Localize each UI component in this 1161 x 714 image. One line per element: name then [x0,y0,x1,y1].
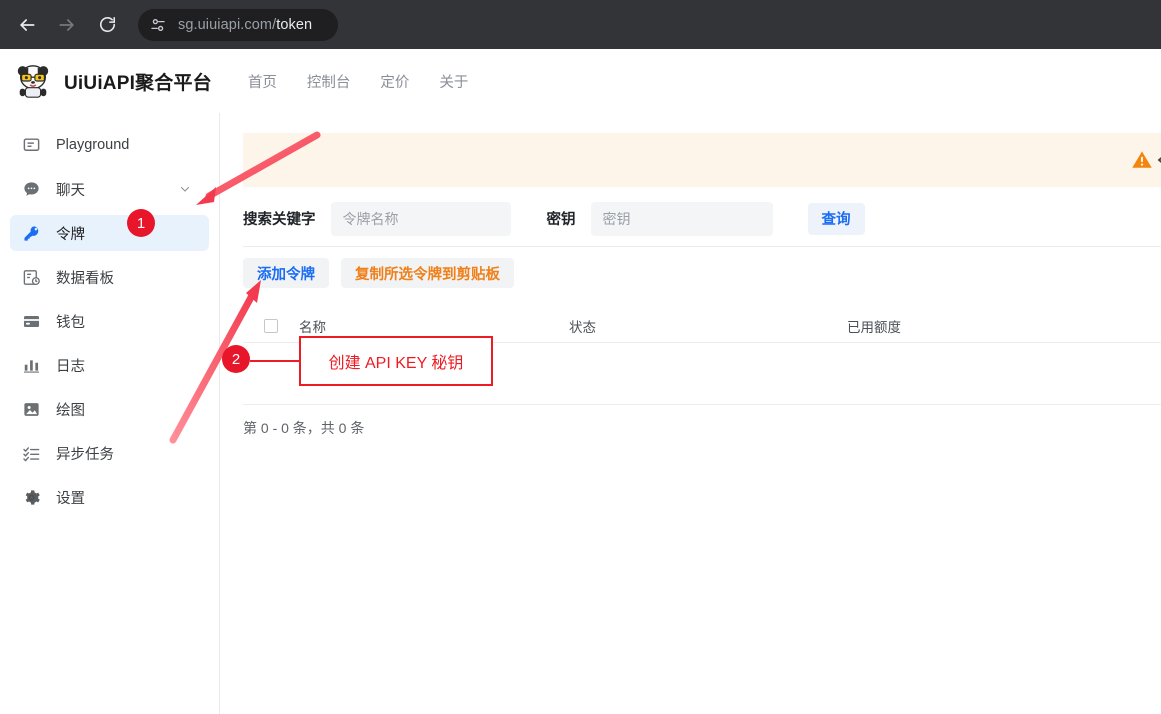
nav-console[interactable]: 控制台 [307,71,351,92]
pagination-summary: 第 0 - 0 条，共 0 条 [243,420,365,436]
copy-selected-tokens-button[interactable]: 复制所选令牌到剪贴板 [341,258,514,288]
sidebar-item-drawing[interactable]: 绘图 [10,391,209,427]
address-bar-text: sg.uiuiapi.com/token [178,17,312,33]
warning-triangle-icon [1132,151,1152,168]
sidebar-item-playground[interactable]: Playground [10,127,209,163]
sidebar-item-dashboard[interactable]: 数据看板 [10,259,209,295]
sidebar-label-wallet: 钱包 [56,314,85,331]
banner-collapse-chevron-icon[interactable] [1154,153,1161,167]
secret-label: 密钥 [546,212,576,228]
url-host: sg.uiuiapi.com/ [178,16,277,33]
forward-button[interactable] [52,10,82,40]
nav-pricing[interactable]: 定价 [380,71,409,92]
top-navigation: 首页 控制台 定价 关于 [248,71,499,92]
action-row: 添加令牌 复制所选令牌到剪贴板 [243,258,514,288]
nav-home[interactable]: 首页 [248,71,277,92]
reload-icon [99,16,115,33]
search-keyword-input[interactable] [330,201,511,236]
gear-icon [20,486,42,508]
filter-row: 搜索关键字 密钥 查询 [243,191,1161,247]
keyword-label: 搜索关键字 [243,212,316,228]
chevron-down-icon[interactable] [179,183,191,195]
checklist-icon [20,442,42,464]
sidebar: Playground 聊天 令牌 数据看板 钱包 日志 绘图 异步任务 设置 [0,113,220,714]
reload-button[interactable] [92,10,122,40]
address-bar[interactable]: sg.uiuiapi.com/token [138,8,338,41]
warning-banner [243,133,1161,187]
column-header-used-quota: 已用额度 [847,319,901,335]
screenshot-root: sg.uiuiapi.com/token UiUiAPI聚合平台 首页 控制台 … [0,0,1161,714]
message-box-icon [20,134,42,156]
site-settings-sliders-icon[interactable] [149,16,167,34]
sidebar-label-chat: 聊天 [56,182,85,199]
back-button[interactable] [12,10,42,40]
browser-toolbar: sg.uiuiapi.com/token [0,0,1161,49]
select-all-checkbox[interactable] [264,318,278,333]
sidebar-item-settings[interactable]: 设置 [10,479,209,515]
arrow-left-icon [20,18,35,31]
sidebar-label-logs: 日志 [56,358,85,375]
url-path: token [276,16,313,33]
sidebar-item-token[interactable]: 令牌 [10,215,209,251]
nav-about[interactable]: 关于 [439,71,468,92]
panda-logo-icon [17,65,49,98]
sidebar-label-playground: Playground [56,137,130,153]
annotation-badge-2: 2 [222,345,250,373]
column-header-status: 状态 [569,319,596,335]
main-content: 搜索关键字 密钥 查询 添加令牌 复制所选令牌到剪贴板 名称 状态 已用额度 第… [220,113,1161,714]
annotation-callout-box: 创建 API KEY 秘钥 [299,336,493,386]
sidebar-item-logs[interactable]: 日志 [10,347,209,383]
panda-mascot-logo[interactable] [14,62,52,100]
secret-key-input[interactable] [590,201,773,236]
image-icon [20,398,42,420]
site-header: UiUiAPI聚合平台 首页 控制台 定价 关于 [0,49,1161,113]
sidebar-label-token: 令牌 [56,226,85,243]
dashboard-report-icon [20,266,42,288]
sidebar-item-chat[interactable]: 聊天 [10,171,209,207]
bar-chart-icon [20,354,42,376]
sidebar-label-async-tasks: 异步任务 [56,446,114,463]
query-button[interactable]: 查询 [807,202,865,235]
sidebar-item-wallet[interactable]: 钱包 [10,303,209,339]
key-icon [20,222,42,244]
select-all-checkbox-cell[interactable] [243,318,299,333]
arrow-right-icon [59,18,74,31]
brand-title: UiUiAPI聚合平台 [64,72,212,94]
wallet-card-icon [20,310,42,332]
annotation-badge-1: 1 [127,209,155,237]
sidebar-label-settings: 设置 [56,490,85,507]
annotation-callout-text: 创建 API KEY 秘钥 [328,355,464,372]
sidebar-item-async-tasks[interactable]: 异步任务 [10,435,209,471]
add-token-button[interactable]: 添加令牌 [243,258,329,288]
chat-bubble-icon [20,178,42,200]
sidebar-label-drawing: 绘图 [56,402,85,419]
column-header-name: 名称 [299,319,326,335]
sidebar-label-dashboard: 数据看板 [56,270,114,287]
